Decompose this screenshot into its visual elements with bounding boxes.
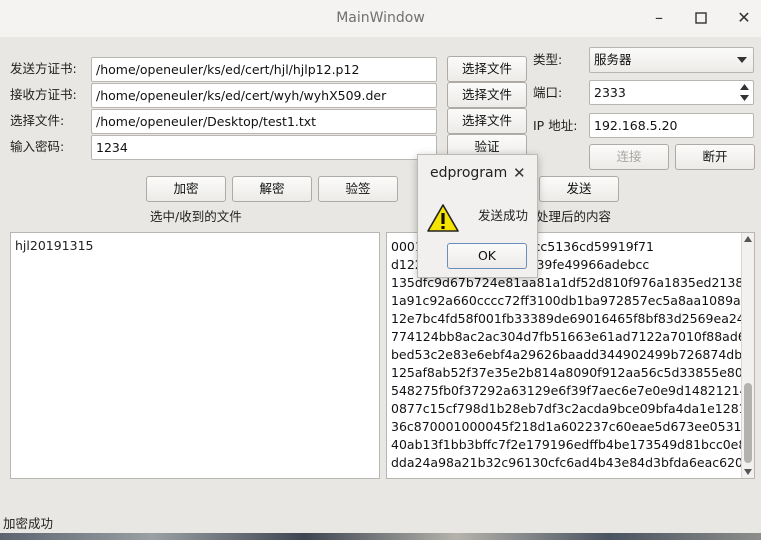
disconnect-button[interactable]: 断开 <box>675 144 755 170</box>
hex-line: bed53c2e83e6ebf4a29626baadd344902499b726… <box>391 347 755 362</box>
port-spinbox[interactable]: 2333 <box>589 80 754 105</box>
receiver-cert-field[interactable]: /home/openeuler/ks/ed/cert/wyh/wyhX509.d… <box>91 83 437 108</box>
choose-sender-cert-button[interactable]: 选择文件 <box>447 56 527 82</box>
left-panel-title: 选中/收到的文件 <box>150 209 242 224</box>
ip-label: IP 地址: <box>533 118 578 133</box>
hex-line: 12e7bc4fd58f001fb33389de69016465f8bf83d2… <box>391 311 755 326</box>
close-icon[interactable]: ✕ <box>513 164 526 182</box>
dialog-message: 发送成功 <box>478 208 529 223</box>
hex-line: 36c870001000045f218d1a602237c60eae5d673e… <box>391 419 754 434</box>
port-value: 2333 <box>594 85 626 100</box>
connect-button[interactable]: 连接 <box>589 144 669 170</box>
type-select-value: 服务器 <box>594 52 632 67</box>
right-panel-title: 处理后的内容 <box>536 209 612 224</box>
close-icon[interactable]: ✕ <box>732 7 756 29</box>
spin-arrows-icon <box>740 84 749 101</box>
receiver-cert-label: 接收方证书: <box>10 87 77 102</box>
port-label: 端口: <box>533 85 563 100</box>
scroll-up-icon[interactable] <box>744 236 752 242</box>
dialog-title: edprogram <box>430 165 508 181</box>
decrypt-button[interactable]: 解密 <box>232 176 312 202</box>
maximize-icon[interactable] <box>689 7 713 29</box>
hex-line: 0877c15cf798d1b28eb7df3c2acda9bce09bfa4d… <box>391 401 755 416</box>
choose-file-button[interactable]: 选择文件 <box>447 108 527 134</box>
encrypt-button[interactable]: 加密 <box>146 176 226 202</box>
hex-line: dda24a98a21b32c96130cfc6ad4b43e84d3bfda6… <box>391 455 755 470</box>
file-content-text: hjl20191315 <box>15 238 94 253</box>
password-label: 输入密码: <box>10 139 65 154</box>
file-content-pane[interactable]: hjl20191315 <box>10 232 380 479</box>
ok-button[interactable]: OK <box>447 243 527 269</box>
hex-line: 548275fb0f37292a63129e6f39f7aec6e7e0e9d1… <box>391 383 755 398</box>
hex-line: 40ab13f1bb3bffc7f2e179196edffb4be173549d… <box>391 437 755 452</box>
minimize-icon[interactable]: – <box>647 7 671 29</box>
password-field[interactable]: 1234 <box>91 135 437 160</box>
scrollbar[interactable] <box>741 233 754 478</box>
scroll-down-icon[interactable] <box>744 469 752 475</box>
sender-cert-label: 发送方证书: <box>10 61 77 76</box>
verify-signature-button[interactable]: 验签 <box>318 176 398 202</box>
hex-line: 125af8ab52f37e35e2b814a8090f912aa56c5d33… <box>391 365 755 380</box>
message-dialog: edprogram ✕ 发送成功 OK <box>417 154 538 278</box>
choose-receiver-cert-button[interactable]: 选择文件 <box>447 82 527 108</box>
ip-field[interactable]: 192.168.5.20 <box>589 113 754 138</box>
select-file-field[interactable]: /home/openeuler/Desktop/test1.txt <box>91 109 437 134</box>
chevron-down-icon <box>737 57 747 63</box>
sender-cert-field[interactable]: /home/openeuler/ks/ed/cert/hjl/hjlp12.p1… <box>91 57 437 82</box>
send-button[interactable]: 发送 <box>539 176 619 202</box>
hex-line: 774124bb8ac2ac304d7fb51663e61ad7122a7010… <box>391 329 755 344</box>
select-file-label: 选择文件: <box>10 113 65 128</box>
type-label: 类型: <box>533 52 563 67</box>
scrollbar-thumb[interactable] <box>744 383 752 463</box>
type-select[interactable]: 服务器 <box>589 47 754 73</box>
hex-line: 1a91c92a660cccc72ff3100db1ba972857ec5a8a… <box>391 293 755 308</box>
warning-icon <box>427 204 459 232</box>
desktop-background <box>0 533 761 540</box>
